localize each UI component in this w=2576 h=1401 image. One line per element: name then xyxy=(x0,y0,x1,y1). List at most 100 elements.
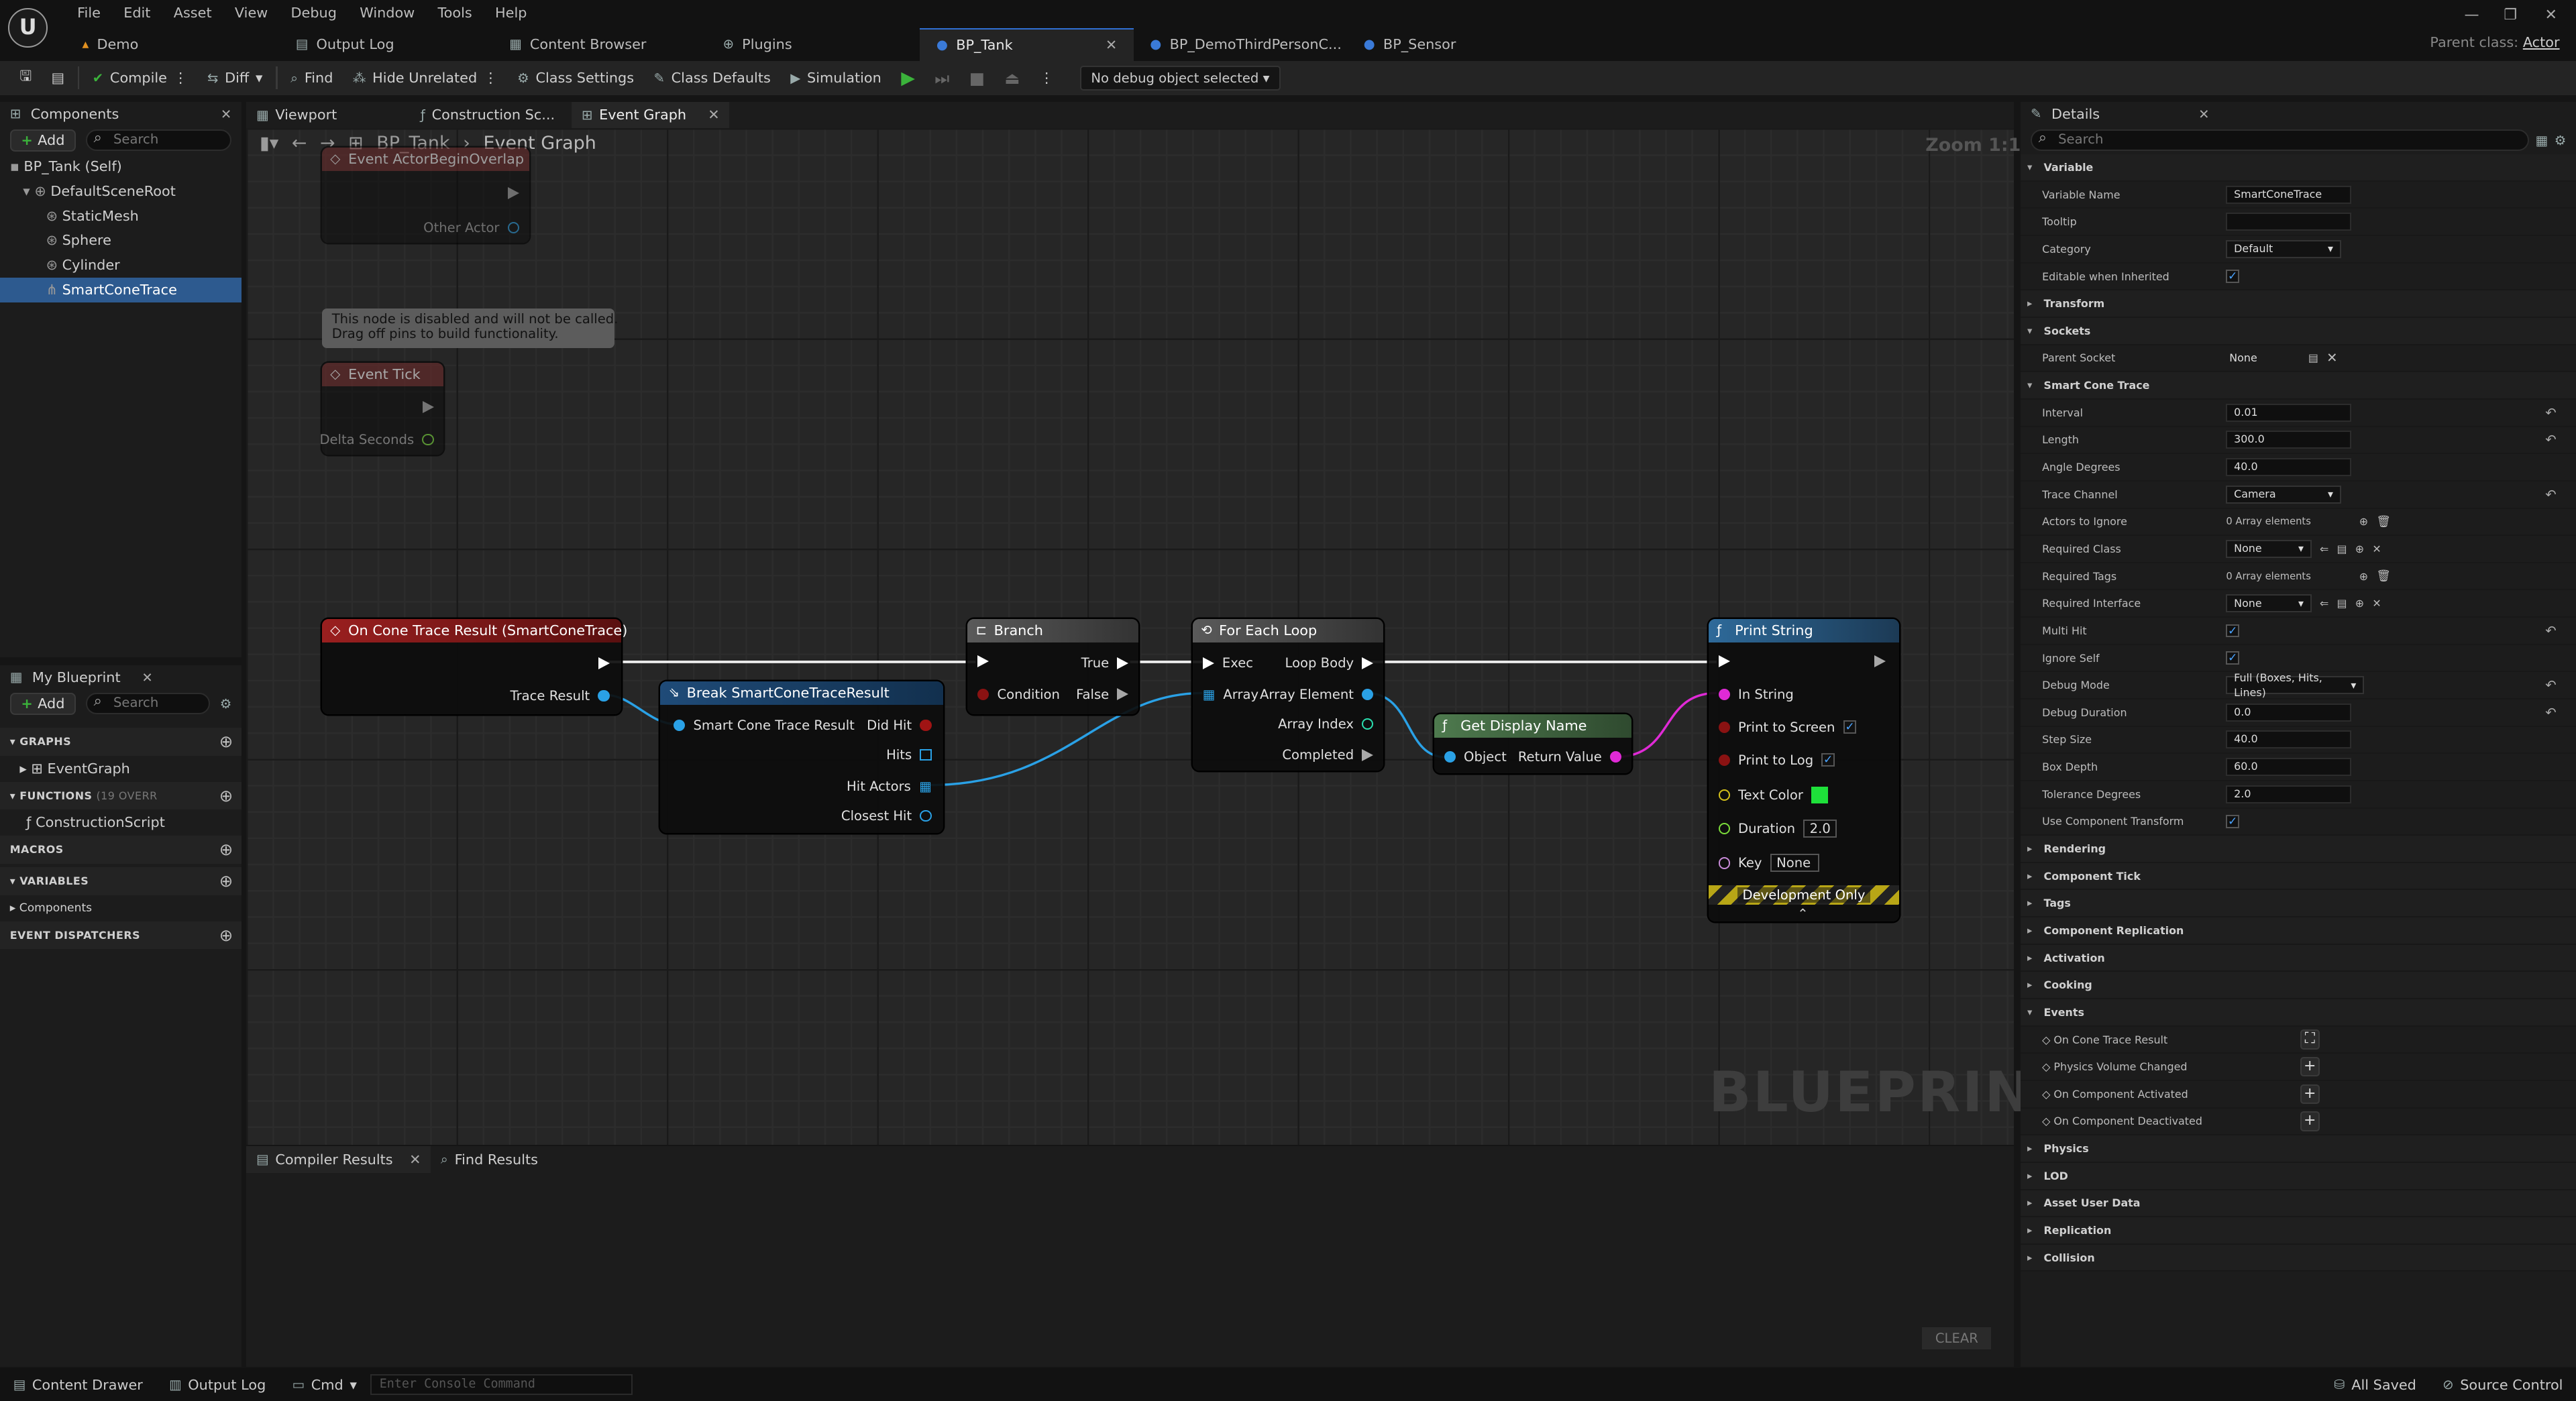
tab-bp-tank[interactable]: ● BP_Tank ✕ xyxy=(920,27,1134,61)
other-actor-pin[interactable] xyxy=(507,222,519,234)
print-screen-pin[interactable] xyxy=(1718,721,1730,733)
browse-icon[interactable]: ▤ xyxy=(2337,543,2347,555)
required-class-select[interactable]: None ▾ xyxy=(2226,540,2312,558)
component-bp-tank-self[interactable]: ▪ BP_Tank (Self) xyxy=(0,154,241,179)
component-smartconetrace[interactable]: ⋔ SmartConeTrace xyxy=(0,277,241,302)
false-exec-pin[interactable] xyxy=(1117,688,1129,701)
construction-script-item[interactable]: ƒ ConstructionScript xyxy=(0,809,241,836)
interval-input[interactable]: 0.01 xyxy=(2226,403,2351,422)
close-icon[interactable]: ✕ xyxy=(221,107,231,122)
details-search-input[interactable]: Search xyxy=(2030,129,2529,152)
add-function-icon[interactable]: ⊕ xyxy=(219,782,233,810)
array-in-pin[interactable]: ▦ xyxy=(1203,687,1216,702)
hits-array-pin[interactable] xyxy=(920,749,932,761)
tab-viewport[interactable]: ▦ Viewport xyxy=(246,107,411,123)
tab-demo[interactable]: ▴ Demo xyxy=(66,28,279,61)
add-icon[interactable]: ⊕ xyxy=(2355,597,2364,610)
tolerance-degrees-input[interactable]: 2.0 xyxy=(2226,785,2351,803)
reset-to-default-icon[interactable]: ↶ xyxy=(2545,432,2556,447)
close-icon[interactable]: ✕ xyxy=(1106,37,1117,53)
menu-asset[interactable]: Asset xyxy=(162,3,223,23)
get-display-name-node[interactable]: ƒ Get Display Name Object Return Value xyxy=(1434,714,1631,774)
print-string-node[interactable]: ƒ Print String In String Print to Screen ✓… xyxy=(1708,619,1900,921)
settings-gear-icon[interactable]: ⚙ xyxy=(220,697,232,711)
class-settings-button[interactable]: ⚙ Class Settings xyxy=(507,70,643,86)
category-details-cats-end-1[interactable]: ▸ LOD xyxy=(2021,1162,2576,1190)
true-exec-pin[interactable] xyxy=(1117,657,1129,669)
category-details-sockets[interactable]: ▾ Sockets xyxy=(2021,318,2576,345)
play-icon[interactable]: ▶ xyxy=(892,68,925,89)
exec-out-pin[interactable] xyxy=(598,657,610,669)
class-defaults-button[interactable]: ✎ Class Defaults xyxy=(644,70,781,86)
tab-output-log[interactable]: ▤ Output Log xyxy=(279,28,492,61)
break-smart-cone-trace-result-node[interactable]: ⇘ Break SmartConeTraceResult Smart Cone T… xyxy=(660,681,943,833)
add-dispatcher-icon[interactable]: ⊕ xyxy=(219,921,233,950)
event-tick-node[interactable]: ◇ Event Tick Delta Seconds xyxy=(319,363,444,455)
tab-plugins[interactable]: ⊕ Plugins xyxy=(706,28,920,61)
did-hit-pin[interactable] xyxy=(920,720,932,732)
for-each-loop-node[interactable]: ⟲ For Each Loop Exec Loop Body ▦ Array Arr… xyxy=(1192,619,1384,771)
add-event-icon[interactable]: + xyxy=(2300,1111,2320,1131)
save-icon[interactable]: 🖫 xyxy=(10,66,42,90)
simulation-button[interactable]: ▶ Simulation xyxy=(781,70,892,86)
closest-hit-pin[interactable] xyxy=(920,809,932,822)
minimize-icon[interactable]: — xyxy=(2464,7,2479,23)
close-icon[interactable]: ✕ xyxy=(142,670,152,685)
tab-compiler-results[interactable]: ▤ Compiler Results ✕ xyxy=(246,1146,431,1173)
component-sphere[interactable]: ⊛ Sphere xyxy=(0,228,241,253)
reset-to-default-icon[interactable]: ↶ xyxy=(2545,705,2556,720)
add-element-icon[interactable]: ⊕ xyxy=(2359,515,2368,528)
reset-to-default-icon[interactable]: ↶ xyxy=(2545,677,2556,693)
macros-section[interactable]: MACROS ⊕ xyxy=(0,836,241,864)
find-button[interactable]: ⌕ Find xyxy=(280,70,343,86)
event-graph-item[interactable]: ▸ ⊞ EventGraph xyxy=(0,756,241,782)
category-details-cats-end-4[interactable]: ▸ Collision xyxy=(2021,1244,2576,1272)
menu-help[interactable]: Help xyxy=(484,3,539,23)
tooltip-input[interactable] xyxy=(2226,213,2351,231)
stop-icon[interactable]: ■ xyxy=(959,68,995,88)
key-input[interactable]: None xyxy=(1770,854,1820,873)
condition-pin[interactable] xyxy=(977,688,989,700)
exec-out-pin[interactable] xyxy=(507,187,519,200)
step-size-input[interactable]: 40.0 xyxy=(2226,730,2351,749)
category-select[interactable]: Default ▾ xyxy=(2226,239,2341,258)
settings-gear-icon[interactable]: ⚙ xyxy=(2555,133,2567,148)
exec-out-pin[interactable] xyxy=(422,400,434,413)
add-icon[interactable]: ⊕ xyxy=(2355,543,2364,555)
add-graph-icon[interactable]: ⊕ xyxy=(219,728,233,756)
add-event-icon[interactable]: + xyxy=(2300,1056,2320,1077)
components-search-input[interactable]: Search xyxy=(85,129,232,152)
parent-class-link[interactable]: Actor xyxy=(2523,34,2560,50)
reset-to-default-icon[interactable]: ↶ xyxy=(2545,405,2556,421)
print-to-screen-checkbox[interactable]: ✓ xyxy=(1843,720,1857,734)
return-value-pin[interactable] xyxy=(1610,750,1622,763)
cmd-select[interactable]: ▭ Cmd ▾ xyxy=(279,1377,370,1393)
ignore-self-checkbox[interactable]: ✓ xyxy=(2226,651,2239,665)
close-window-icon[interactable]: ✕ xyxy=(2545,7,2557,23)
event-dispatchers-section[interactable]: EVENT DISPATCHERS ⊕ xyxy=(0,921,241,950)
hit-actors-array-pin[interactable]: ▦ xyxy=(919,779,932,794)
text-color-swatch[interactable] xyxy=(1811,787,1828,803)
output-log-button[interactable]: ▥ Output Log xyxy=(156,1377,278,1393)
multi-hit-checkbox[interactable]: ✓ xyxy=(2226,624,2239,638)
go-to-event-icon[interactable]: ⛶ xyxy=(2300,1029,2320,1050)
all-saved-indicator[interactable]: ⛁ All Saved xyxy=(2320,1377,2429,1393)
clear-icon[interactable]: ✕ xyxy=(2326,350,2337,366)
category-details-cats-mid-3[interactable]: ▸ Component Replication xyxy=(2021,917,2576,945)
delete-icon[interactable]: 🗑 xyxy=(2376,569,2391,583)
duration-pin[interactable] xyxy=(1718,822,1730,835)
exec-in-pin[interactable] xyxy=(1718,655,1730,668)
array-index-pin[interactable] xyxy=(1362,718,1374,730)
browse-icon[interactable]: ▤ xyxy=(42,70,74,86)
menu-edit[interactable]: Edit xyxy=(112,3,162,23)
close-icon[interactable]: ✕ xyxy=(2198,107,2209,122)
add-element-icon[interactable]: ⊕ xyxy=(2359,570,2368,583)
add-event-icon[interactable]: + xyxy=(2300,1084,2320,1104)
loop-body-pin[interactable] xyxy=(1362,657,1374,669)
in-string-pin[interactable] xyxy=(1718,688,1730,700)
content-drawer-button[interactable]: ▤ Content Drawer xyxy=(0,1377,156,1393)
tab-find-results[interactable]: ⌕ Find Results xyxy=(431,1152,547,1168)
component-defaultsceneroot[interactable]: ▾ ⊕ DefaultSceneRoot xyxy=(0,179,241,204)
debug-object-select[interactable]: No debug object selected ▾ xyxy=(1079,65,1281,91)
console-command-input[interactable]: Enter Console Command xyxy=(370,1374,633,1396)
